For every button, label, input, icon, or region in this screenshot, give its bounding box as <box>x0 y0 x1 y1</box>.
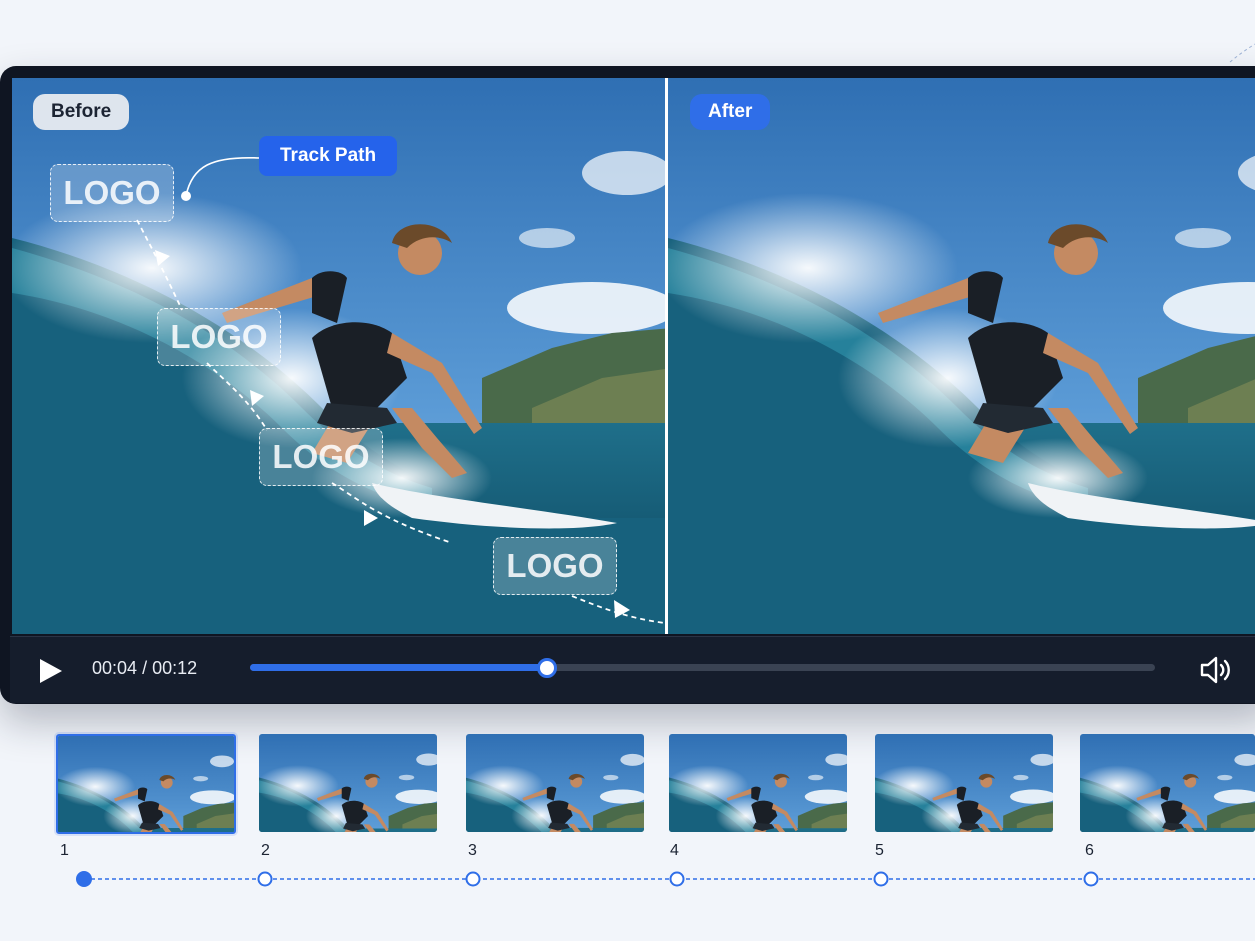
timeline-marker-3[interactable] <box>465 871 481 887</box>
after-badge: After <box>690 94 771 130</box>
play-icon[interactable] <box>36 657 64 685</box>
watermark-logo-1[interactable]: LOGO <box>50 164 174 222</box>
time-separator: / <box>142 658 148 678</box>
timeline-marker-6[interactable] <box>1083 871 1099 887</box>
timeline-marker-2[interactable] <box>257 871 273 887</box>
before-pane: Before Track Path LOGO LOGO LOGO LOGO <box>12 78 665 634</box>
watermark-logo-4[interactable]: LOGO <box>493 537 617 595</box>
frame-number-6: 6 <box>1085 842 1094 859</box>
progress-bar[interactable] <box>250 658 1155 678</box>
time-display: 00:04 / 00:12 <box>92 658 197 679</box>
decorative-dashed-line <box>1229 43 1255 63</box>
frame-thumbnail-1[interactable] <box>56 734 236 834</box>
track-path-label[interactable]: Track Path <box>259 136 398 176</box>
timeline-marker-5[interactable] <box>873 871 889 887</box>
after-video-frame <box>668 78 1255 634</box>
frame-number-1: 1 <box>60 842 69 859</box>
frame-thumbnail-5[interactable] <box>875 734 1053 832</box>
duration: 00:12 <box>152 658 198 678</box>
timeline-marker-4[interactable] <box>669 871 685 887</box>
player-controls: 00:04 / 00:12 <box>10 636 1255 703</box>
before-badge: Before <box>33 94 130 130</box>
frame-number-5: 5 <box>875 842 884 859</box>
current-time: 00:04 <box>92 658 138 678</box>
after-pane: After <box>668 78 1255 634</box>
frame-thumbnail-6[interactable] <box>1080 734 1255 832</box>
frame-thumbnail-3[interactable] <box>466 734 644 832</box>
frame-timeline <box>76 871 1255 887</box>
watermark-logo-3[interactable]: LOGO <box>259 428 383 486</box>
frame-thumbnail-4[interactable] <box>669 734 847 832</box>
progress-thumb[interactable] <box>536 658 557 678</box>
timeline-marker-1[interactable] <box>76 871 92 887</box>
frame-number-2: 2 <box>261 842 270 859</box>
progress-fill <box>250 664 546 671</box>
frame-number-3: 3 <box>468 842 477 859</box>
frame-thumbnail-2[interactable] <box>259 734 437 832</box>
video-player: Before Track Path LOGO LOGO LOGO LOGO Af… <box>0 66 1255 704</box>
volume-icon[interactable] <box>1198 654 1232 686</box>
watermark-logo-2[interactable]: LOGO <box>157 308 281 366</box>
frame-number-4: 4 <box>670 842 679 859</box>
